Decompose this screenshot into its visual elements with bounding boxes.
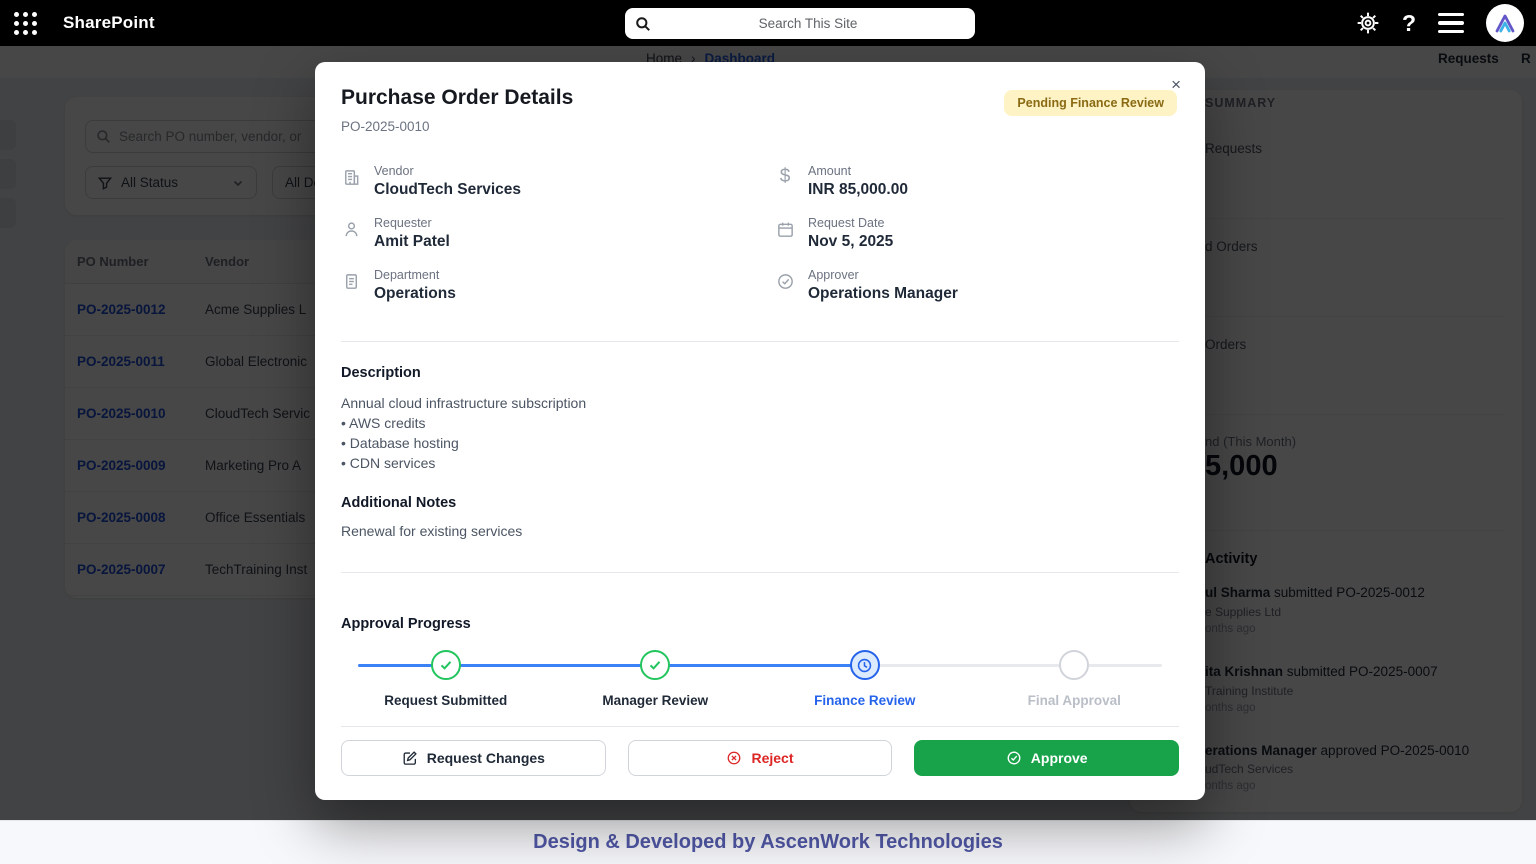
field-vendor: VendorCloudTech Services: [341, 164, 745, 199]
step-clock-icon: [850, 650, 880, 680]
app-launcher-icon[interactable]: [14, 12, 37, 35]
divider: [341, 572, 1179, 573]
description-text: Annual cloud infrastructure subscription…: [341, 393, 586, 473]
reject-circle-x-icon: [726, 750, 742, 766]
check-circle-icon: [775, 271, 795, 291]
purchase-order-details-modal: Purchase Order Details PO-2025-0010 × Pe…: [315, 62, 1205, 800]
step-manager-review: Manager Review: [551, 650, 761, 708]
approval-progress-stepper: Request Submitted Manager Review Finance…: [341, 650, 1179, 720]
dollar-icon: $: [775, 167, 795, 187]
page-footer: Design & Developed by AscenWork Technolo…: [0, 820, 1536, 864]
description-heading: Description: [341, 365, 421, 381]
field-department: DepartmentOperations: [341, 268, 745, 303]
po-fields-grid: VendorCloudTech Services $ AmountINR 85,…: [341, 164, 1179, 303]
top-app-bar: SharePoint ?: [0, 0, 1536, 46]
request-changes-button[interactable]: Request Changes: [341, 740, 606, 776]
site-search-box[interactable]: [625, 8, 975, 39]
divider: [341, 726, 1179, 727]
field-approver: ApproverOperations Manager: [775, 268, 1179, 303]
approval-progress-heading: Approval Progress: [341, 616, 471, 632]
approve-button[interactable]: Approve: [914, 740, 1179, 776]
edit-icon: [402, 750, 418, 766]
settings-gear-icon[interactable]: [1356, 11, 1380, 35]
app-title: SharePoint: [63, 13, 155, 33]
person-icon: [341, 219, 361, 239]
modal-action-buttons: Request Changes Reject Approve: [341, 740, 1179, 776]
step-finance-review: Finance Review: [760, 650, 970, 708]
calendar-icon: [775, 219, 795, 239]
step-check-icon: [640, 650, 670, 680]
approve-check-icon: [1006, 750, 1022, 766]
additional-notes-text: Renewal for existing services: [341, 523, 522, 539]
step-final-approval: Final Approval: [970, 650, 1180, 708]
field-request-date: Request DateNov 5, 2025: [775, 216, 1179, 251]
help-icon[interactable]: ?: [1402, 10, 1416, 37]
modal-title: Purchase Order Details: [341, 86, 573, 110]
search-icon: [635, 16, 651, 32]
field-requester: RequesterAmit Patel: [341, 216, 745, 251]
divider: [341, 341, 1179, 342]
site-search-input[interactable]: [651, 16, 965, 31]
status-badge: Pending Finance Review: [1004, 90, 1177, 116]
additional-notes-heading: Additional Notes: [341, 495, 456, 511]
document-icon: [341, 271, 361, 291]
footer-credit-text: Design & Developed by AscenWork Technolo…: [533, 831, 1003, 854]
step-request-submitted: Request Submitted: [341, 650, 551, 708]
step-empty-circle-icon: [1059, 650, 1089, 680]
account-avatar[interactable]: [1486, 4, 1524, 42]
reject-button[interactable]: Reject: [628, 740, 893, 776]
step-check-icon: [431, 650, 461, 680]
modal-po-number: PO-2025-0010: [341, 119, 430, 134]
building-icon: [341, 167, 361, 187]
field-amount: $ AmountINR 85,000.00: [775, 164, 1179, 199]
menu-hamburger-icon[interactable]: [1438, 13, 1464, 34]
